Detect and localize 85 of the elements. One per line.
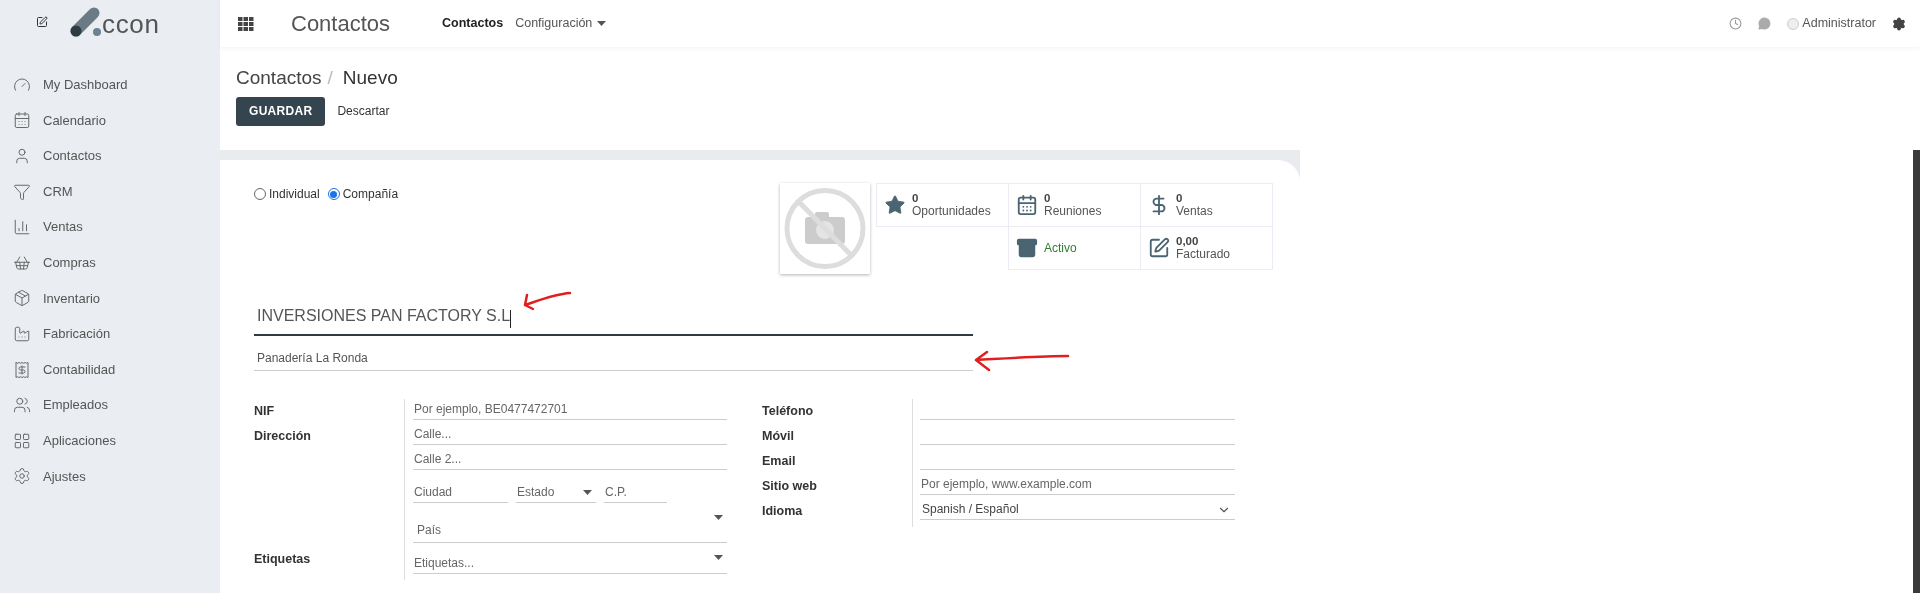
settings-icon[interactable] [1892, 16, 1906, 31]
sidebar-item[interactable]: CRM [0, 173, 220, 210]
sidebar-item[interactable]: Ajustes [0, 458, 220, 495]
stat-value: 0,00 [1176, 235, 1200, 248]
sidebar-item[interactable]: Fabricación [0, 316, 220, 352]
input-field[interactable]: Por ejemplo, www.example.com [920, 474, 1235, 495]
bar-chart-icon [13, 218, 31, 237]
breadcrumb-link[interactable]: Contactos [236, 64, 322, 93]
calendar-icon [1016, 194, 1038, 216]
input-field[interactable]: Estado [516, 482, 596, 503]
chat-icon[interactable] [1758, 17, 1772, 30]
caret-icon [714, 555, 723, 560]
radio-label: Compañía [342, 186, 399, 203]
sidebar-item[interactable]: Contactos [0, 138, 220, 174]
stat-button[interactable]: 0,00 Facturado [1140, 226, 1273, 270]
stat-value: 0 [1176, 192, 1184, 205]
sidebar-item[interactable]: Inventario [0, 280, 220, 317]
pencil-square-icon [1148, 237, 1170, 259]
caret-icon [583, 490, 592, 495]
sidebar-item[interactable]: Compras [0, 244, 220, 281]
stat-label: Activo [1044, 240, 1077, 257]
person-icon [13, 147, 31, 165]
field-label: Idioma [762, 503, 804, 520]
field-label: Email [762, 453, 797, 470]
name-field[interactable]: INVERSIONES PAN FACTORY S.L [254, 304, 973, 336]
sidebar-item[interactable]: Calendario [0, 102, 220, 139]
user-name[interactable]: Administrator [1802, 14, 1876, 33]
breadcrumb-separator: / [327, 66, 333, 90]
field-label: Teléfono [762, 403, 815, 420]
sidebar-item[interactable]: Aplicaciones [0, 422, 220, 459]
field-label: Etiquetas [254, 551, 312, 568]
apps-menu-icon[interactable] [238, 16, 254, 31]
discard-button[interactable]: Descartar [337, 102, 390, 120]
sidebar-item[interactable]: Empleados [0, 387, 220, 423]
input-field[interactable]: País [413, 517, 727, 543]
archive-icon [1016, 237, 1038, 259]
sidebar-item[interactable]: Contabilidad [0, 351, 220, 388]
stat-button[interactable]: Activo [1008, 226, 1141, 270]
stat-label: Reuniones [1044, 205, 1102, 218]
no-photo-icon[interactable] [780, 183, 870, 274]
gauge-icon [13, 75, 31, 94]
breadcrumb-current: Nuevo [342, 66, 398, 90]
menu-link[interactable]: Contactos [442, 14, 504, 33]
stat-value: 0 [1044, 192, 1052, 205]
stat-button[interactable]: 0 Oportunidades [876, 183, 1009, 227]
save-button[interactable]: GUARDAR [236, 96, 326, 126]
field-label: Dirección [254, 428, 312, 445]
stat-value: 0 [912, 192, 920, 205]
basket-icon [13, 253, 31, 272]
stat-label: Facturado [1176, 248, 1231, 261]
scrollbar[interactable] [1913, 150, 1920, 593]
stat-label: Ventas [1176, 205, 1213, 218]
caret-icon [597, 21, 607, 26]
factory-icon [13, 324, 31, 343]
input-field[interactable]: Panadería La Ronda [254, 345, 973, 371]
caret-icon [714, 515, 723, 520]
star-icon [884, 194, 906, 216]
field-label: Sitio web [762, 478, 818, 495]
input-field[interactable]: Spanish / Español [920, 499, 1235, 520]
sidebar-item[interactable]: Ventas [0, 209, 220, 245]
input-field[interactable]: Calle 2... [413, 449, 727, 470]
avatar-icon [1787, 17, 1800, 30]
stat-label: Oportunidades [912, 205, 991, 218]
input-field[interactable]: Ciudad [413, 482, 508, 503]
input-field[interactable]: Calle... [413, 424, 727, 445]
field-label: NIF [254, 403, 276, 420]
logo: ccon [68, 7, 160, 37]
menu-link[interactable]: Configuración [515, 14, 607, 33]
settings-icon [13, 467, 31, 486]
people-icon [13, 396, 31, 415]
stat-button[interactable]: 0 Ventas [1140, 183, 1273, 227]
funnel-icon [13, 182, 31, 201]
sidebar-item[interactable]: My Dashboard [0, 67, 220, 103]
edit-icon[interactable] [36, 16, 48, 28]
input-field[interactable]: Etiquetas... [413, 553, 727, 574]
app-title: Contactos [291, 10, 391, 38]
input-field[interactable]: Por ejemplo, BE0477472701 [413, 399, 727, 420]
calendar-icon [13, 111, 31, 130]
field-label: Móvil [762, 428, 795, 445]
input-field[interactable]: C.P. [604, 482, 667, 503]
clock-icon[interactable] [1729, 17, 1743, 30]
grid-icon [13, 431, 31, 450]
radio-label: Individual [269, 186, 320, 203]
receipt-icon [13, 360, 31, 379]
box-icon [13, 289, 31, 308]
